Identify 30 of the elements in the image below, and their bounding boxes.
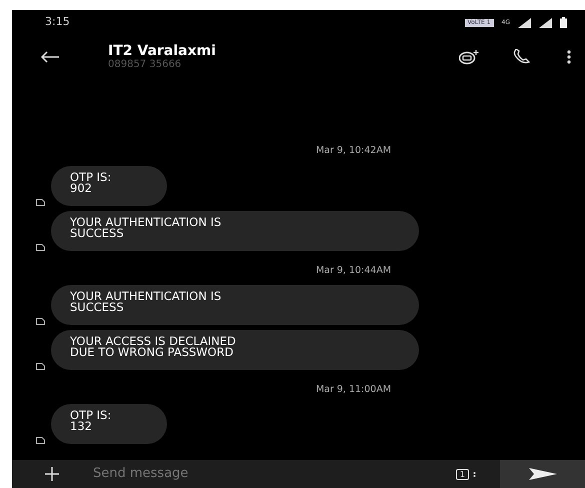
sim-icon (36, 198, 45, 206)
message-timestamp: Mar 9, 11:00AM (314, 382, 392, 397)
battery-icon (560, 17, 567, 28)
call-icon[interactable] (513, 49, 531, 65)
phone-number: 089857 35666 (108, 59, 182, 71)
signal-icon (518, 18, 531, 28)
sim-icon (36, 362, 45, 370)
message-bubble: OTP IS: 132 (51, 404, 167, 444)
signal-icon (539, 18, 552, 28)
message-timestamp: Mar 9, 10:44AM (314, 264, 392, 278)
send-button[interactable] (500, 460, 585, 488)
add-icon[interactable] (45, 467, 59, 481)
message-bubble: YOUR ACCESS IS DECLAINED DUE TO WRONG PASSWORD (51, 330, 419, 370)
message-timestamp: Mar 9, 10:42AM (314, 144, 392, 158)
sim-icon (36, 437, 45, 444)
sim-icon (36, 244, 45, 250)
sim-icon (36, 318, 45, 325)
message-bubble: OTP IS: 902 (51, 166, 167, 206)
back-icon[interactable] (40, 51, 60, 63)
message-bubble: YOUR AUTHENTICATION IS SUCCESS (51, 284, 419, 325)
contact-name: IT2 Varalaxmi (108, 43, 216, 59)
send-icon (528, 468, 556, 480)
message-bubble: YOUR AUTHENTICATION IS SUCCESS (51, 210, 419, 250)
dots-icon (473, 472, 476, 476)
message-input[interactable]: Send message (91, 463, 391, 485)
status-time: 3:15 (45, 14, 70, 30)
video-call-icon[interactable] (459, 49, 479, 65)
sim-selector[interactable]: 1 (456, 468, 469, 480)
more-options-icon[interactable] (567, 50, 571, 64)
composer-bar[interactable]: Send message 1 (12, 460, 585, 488)
